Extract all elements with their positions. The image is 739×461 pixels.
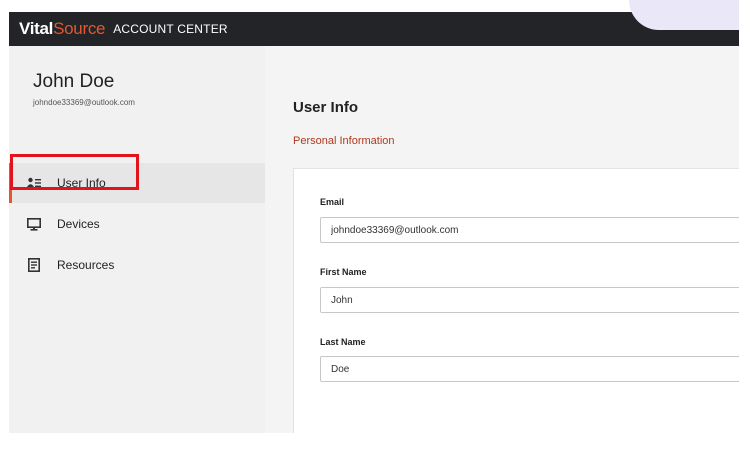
sidebar-item-resources[interactable]: Resources <box>9 245 265 285</box>
top-bar: Vital Source ACCOUNT CENTER <box>9 12 739 46</box>
sidebar-item-user-info[interactable]: User Info <box>9 163 265 203</box>
sidebar-item-label: Resources <box>57 258 115 272</box>
decorative-corner <box>629 0 739 30</box>
last-name-label: Last Name <box>320 337 366 347</box>
app-window: Vital Source ACCOUNT CENTER John Doe john… <box>9 12 739 433</box>
sidebar-item-label: User Info <box>57 176 106 190</box>
monitor-icon <box>27 217 41 231</box>
user-list-icon <box>27 176 41 190</box>
brand-logo-vital[interactable]: Vital <box>19 19 53 39</box>
email-field[interactable] <box>320 217 739 243</box>
last-name-field[interactable] <box>320 356 739 382</box>
first-name-field[interactable] <box>320 287 739 313</box>
first-name-label: First Name <box>320 267 367 277</box>
email-label: Email <box>320 197 345 207</box>
sidebar-item-devices[interactable]: Devices <box>9 204 265 244</box>
sidebar-item-label: Devices <box>57 217 100 231</box>
user-name: John Doe <box>33 71 115 92</box>
brand-account-center: ACCOUNT CENTER <box>113 22 228 36</box>
section-subtitle: Personal Information <box>293 135 395 147</box>
personal-info-card: Email First Name Last Name <box>293 168 739 433</box>
brand-logo-source[interactable]: Source <box>53 19 105 39</box>
book-icon <box>27 258 41 272</box>
page-title: User Info <box>293 99 359 116</box>
user-email: johndoe33369@outlook.com <box>33 98 135 107</box>
